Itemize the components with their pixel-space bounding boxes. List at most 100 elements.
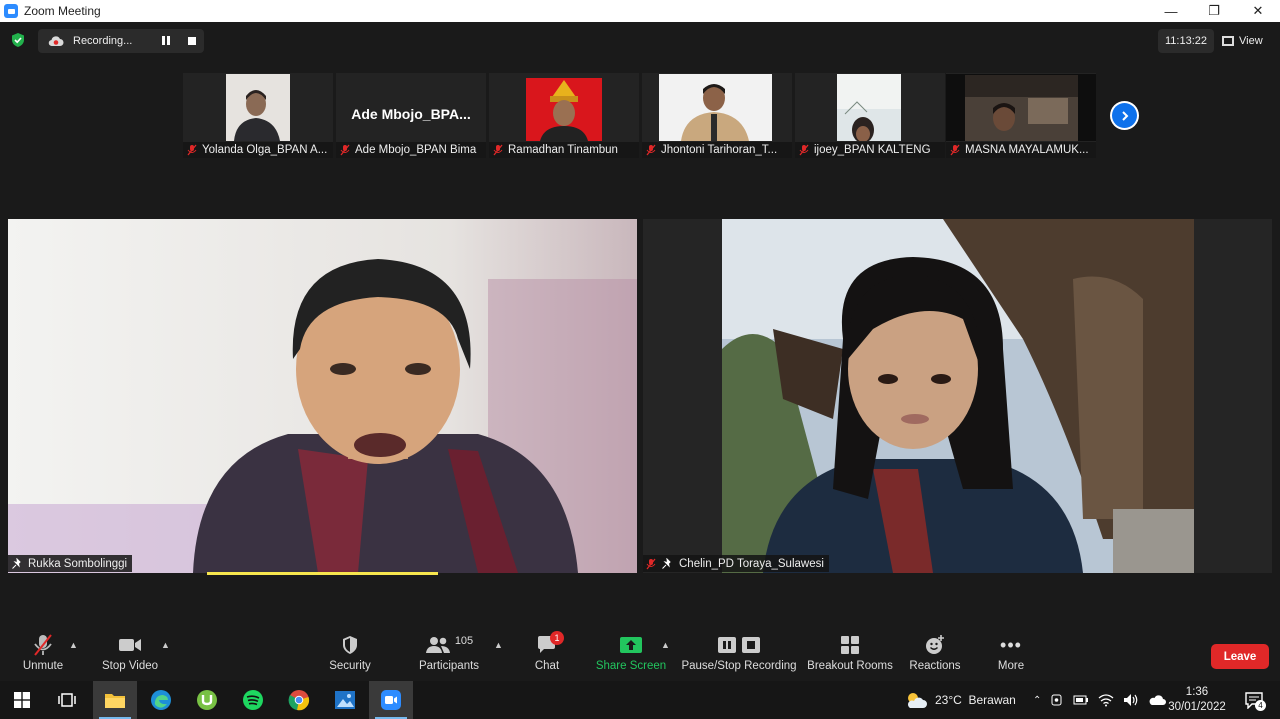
participant-thumbnail[interactable]: ijoey_BPAN KALTENG (795, 73, 945, 158)
weather-widget[interactable]: 23°C Berawan (904, 681, 1016, 719)
participant-name: Jhontoni Tarihoran_T... (661, 144, 778, 156)
chrome-browser-icon (288, 690, 310, 711)
show-hidden-icons-caret-icon[interactable]: ⌃ (1033, 695, 1041, 706)
chat-label: Chat (534, 660, 560, 672)
participant-thumbnail[interactable]: Jhontoni Tarihoran_T... (642, 73, 792, 158)
volume-icon[interactable] (1123, 693, 1139, 707)
speaker-video-tile[interactable] (8, 219, 637, 573)
participant-name: ijoey_BPAN KALTENG (814, 144, 931, 156)
unmute-button[interactable]: Unmute (18, 632, 68, 680)
participants-options-caret-icon[interactable]: ▲ (494, 640, 503, 650)
breakout-rooms-icon (841, 636, 859, 654)
zoom-app-icon (4, 4, 18, 18)
pause-stop-recording-label: Pause/Stop Recording (681, 660, 797, 672)
participant-thumbnail[interactable]: Yolanda Olga_BPAN A... (183, 73, 333, 158)
recording-label: Recording... (73, 35, 133, 47)
notification-center[interactable]: 4 (1238, 681, 1270, 719)
more-button[interactable]: ••• More (991, 632, 1031, 680)
chevron-right-icon (1121, 110, 1128, 121)
taskbar-utorrent[interactable] (185, 681, 229, 719)
participant-thumbnail[interactable]: Ramadhan Tinambun (489, 73, 639, 158)
reactions-button[interactable]: Reactions (908, 632, 962, 680)
minimize-button[interactable]: — (1149, 0, 1193, 22)
leave-button[interactable]: Leave (1211, 644, 1269, 669)
wifi-icon[interactable] (1098, 693, 1114, 707)
active-speaker-indicator (207, 572, 438, 575)
participant-video (837, 74, 901, 141)
reactions-label: Reactions (909, 660, 961, 672)
stop-recording-icon[interactable] (188, 37, 196, 45)
clock-widget[interactable]: 1:36 30/01/2022 (1166, 681, 1228, 719)
participant-name: Chelin_PD Toraya_Sulawesi (679, 557, 824, 570)
participant-name-placeholder: Ade Mbojo_BPA... (351, 106, 471, 122)
breakout-rooms-button[interactable]: Breakout Rooms (807, 632, 893, 680)
muted-mic-icon (187, 144, 197, 156)
recording-indicator[interactable]: Recording... (38, 29, 204, 53)
share-options-caret-icon[interactable]: ▲ (661, 640, 670, 650)
taskbar-photos[interactable] (323, 681, 367, 719)
pin-icon (662, 557, 671, 569)
close-button[interactable]: ✕ (1236, 0, 1280, 22)
participant-video-tile[interactable] (643, 219, 1272, 573)
participant-thumbnail[interactable]: Ade Mbojo_BPA... Ade Mbojo_BPAN Bima (336, 73, 486, 158)
taskbar-edge[interactable] (139, 681, 183, 719)
cloud-recording-icon (48, 36, 64, 47)
participant-name-label: Chelin_PD Toraya_Sulawesi (643, 555, 829, 572)
taskbar-date: 30/01/2022 (1168, 701, 1226, 713)
participant-name: Yolanda Olga_BPAN A... (202, 144, 328, 156)
next-page-button[interactable] (1110, 101, 1139, 130)
unmute-label: Unmute (22, 660, 64, 672)
participant-video (526, 78, 602, 141)
utorrent-icon (197, 690, 217, 710)
participants-icon (425, 637, 450, 653)
participant-video (659, 74, 772, 141)
participants-button[interactable]: 105 Participants (416, 632, 482, 680)
share-screen-icon (620, 637, 642, 653)
view-button[interactable]: View (1222, 29, 1274, 53)
video-options-caret-icon[interactable]: ▲ (161, 640, 170, 650)
restore-button[interactable]: ❐ (1192, 0, 1236, 22)
audio-options-caret-icon[interactable]: ▲ (69, 640, 78, 650)
muted-mic-icon (950, 144, 960, 156)
security-button[interactable]: Security (325, 632, 375, 680)
photos-app-icon (335, 691, 355, 709)
weather-text: 23°C Berawan (935, 693, 1016, 707)
battery-icon[interactable] (1073, 695, 1089, 705)
pause-recording-icon[interactable] (162, 36, 172, 46)
title-bar: Zoom Meeting — ❐ ✕ (0, 0, 1280, 22)
stop-video-button[interactable]: Stop Video (100, 632, 160, 680)
participant-name: MASNA MAYALAMUK... (965, 144, 1089, 156)
encryption-shield-icon[interactable] (10, 32, 26, 48)
taskbar-zoom[interactable] (369, 681, 413, 719)
muted-mic-icon (493, 144, 503, 156)
spotify-icon (243, 690, 263, 710)
speaker-name-label: Rukka Sombolinggi (8, 555, 133, 572)
taskbar-chrome[interactable] (277, 681, 321, 719)
chat-button[interactable]: 1 Chat (527, 631, 567, 680)
participant-name: Ade Mbojo_BPAN Bima (355, 144, 477, 156)
muted-mic-icon (646, 558, 656, 569)
system-tray: ⌃ (1033, 681, 1167, 719)
windows-logo-icon (14, 692, 30, 708)
participant-name: Rukka Sombolinggi (28, 557, 128, 570)
pause-stop-recording-button[interactable]: Pause/Stop Recording (681, 632, 797, 680)
share-screen-button[interactable]: Share Screen (596, 632, 666, 680)
breakout-rooms-label: Breakout Rooms (807, 660, 893, 672)
more-label: More (997, 660, 1025, 672)
task-view-icon (58, 693, 76, 707)
chat-unread-badge: 1 (550, 631, 564, 645)
stop-video-label: Stop Video (101, 660, 159, 672)
taskbar-spotify[interactable] (231, 681, 275, 719)
window-title: Zoom Meeting (24, 4, 101, 18)
taskbar-file-explorer[interactable] (93, 681, 137, 719)
meet-now-icon[interactable] (1050, 693, 1064, 707)
participant-count: 105 (454, 635, 474, 647)
stop-icon (742, 637, 760, 653)
start-button[interactable] (0, 681, 44, 719)
security-shield-icon (343, 636, 357, 654)
task-view-button[interactable] (45, 681, 89, 719)
onedrive-cloud-icon[interactable] (1148, 693, 1167, 707)
speaker-video (8, 219, 637, 573)
participant-thumbnail[interactable]: MASNA MAYALAMUK... (946, 73, 1096, 158)
more-dots-icon: ••• (1000, 634, 1022, 655)
